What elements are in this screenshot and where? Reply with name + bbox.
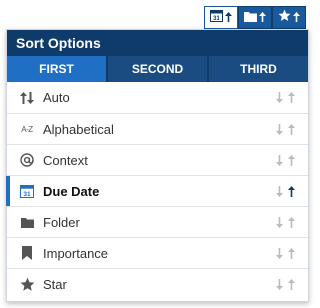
sort-ascending-button[interactable] — [287, 185, 295, 197]
at-sign-icon — [19, 152, 35, 168]
up-arrow-icon — [293, 9, 300, 27]
auto-sort-icon — [19, 90, 35, 106]
sort-toolbar: 31 — [204, 6, 306, 29]
option-label: Due Date — [43, 183, 100, 199]
option-label: Folder — [43, 214, 80, 230]
option-label: Alphabetical — [43, 121, 114, 137]
calendar-icon: 31 — [210, 9, 223, 27]
sort-option-star[interactable]: Star — [7, 268, 308, 299]
sort-ascending-button[interactable] — [287, 216, 295, 228]
sort-descending-button[interactable] — [275, 123, 283, 135]
sort-ascending-button[interactable] — [287, 278, 295, 290]
tab-second[interactable]: SECOND — [106, 56, 207, 82]
sort-direction-arrows — [275, 154, 295, 166]
sort-descending-button[interactable] — [275, 278, 283, 290]
option-label: Auto — [43, 90, 70, 105]
sort-direction-arrows — [275, 247, 295, 259]
alphabetical-icon: A-Z — [21, 124, 33, 134]
sort-options-list: Auto A-Z Alphabetical Context 31 Due Dat… — [6, 82, 308, 299]
sort-ascending-button[interactable] — [287, 92, 295, 104]
sort-descending-button[interactable] — [275, 92, 283, 104]
svg-text:31: 31 — [23, 191, 31, 198]
star-icon — [278, 9, 291, 27]
svg-text:31: 31 — [213, 16, 220, 22]
sort-option-folder[interactable]: Folder — [7, 206, 308, 237]
sort-direction-arrows — [275, 278, 295, 290]
sort-ascending-button[interactable] — [287, 154, 295, 166]
up-arrow-icon — [259, 9, 266, 27]
star-icon — [19, 276, 35, 292]
panel-title: Sort Options — [7, 30, 308, 56]
option-label: Context — [43, 152, 88, 168]
sort-direction-arrows — [275, 216, 295, 228]
sort-option-auto[interactable]: Auto — [7, 82, 308, 113]
sort-descending-button[interactable] — [275, 247, 283, 259]
folder-icon — [244, 9, 257, 27]
sort-by-folder-button[interactable] — [238, 6, 272, 29]
sort-ascending-button[interactable] — [287, 123, 295, 135]
sort-direction-arrows — [275, 92, 295, 104]
sort-descending-button[interactable] — [275, 185, 283, 197]
bookmark-icon — [19, 245, 35, 261]
option-label: Star — [43, 276, 67, 292]
up-arrow-icon — [225, 9, 232, 27]
sort-ascending-button[interactable] — [287, 247, 295, 259]
tab-first[interactable]: FIRST — [7, 56, 106, 82]
sort-direction-arrows — [275, 123, 295, 135]
sort-option-due-date[interactable]: 31 Due Date — [6, 175, 308, 206]
sort-direction-arrows — [275, 185, 295, 197]
tab-third[interactable]: THIRD — [207, 56, 308, 82]
sort-descending-button[interactable] — [275, 216, 283, 228]
folder-icon — [19, 214, 35, 230]
selection-indicator — [6, 176, 10, 206]
sort-option-alphabetical[interactable]: A-Z Alphabetical — [7, 113, 308, 144]
sort-option-context[interactable]: Context — [7, 144, 308, 175]
sort-by-star-button[interactable] — [272, 6, 306, 29]
option-label: Importance — [43, 245, 109, 261]
calendar-icon: 31 — [19, 183, 35, 199]
sort-options-panel: Sort Options FIRST SECOND THIRD Auto A-Z… — [6, 29, 309, 302]
sort-level-tabs: FIRST SECOND THIRD — [7, 56, 308, 82]
sort-descending-button[interactable] — [275, 154, 283, 166]
sort-by-due-date-button[interactable]: 31 — [204, 6, 238, 29]
sort-option-importance[interactable]: Importance — [7, 237, 308, 268]
